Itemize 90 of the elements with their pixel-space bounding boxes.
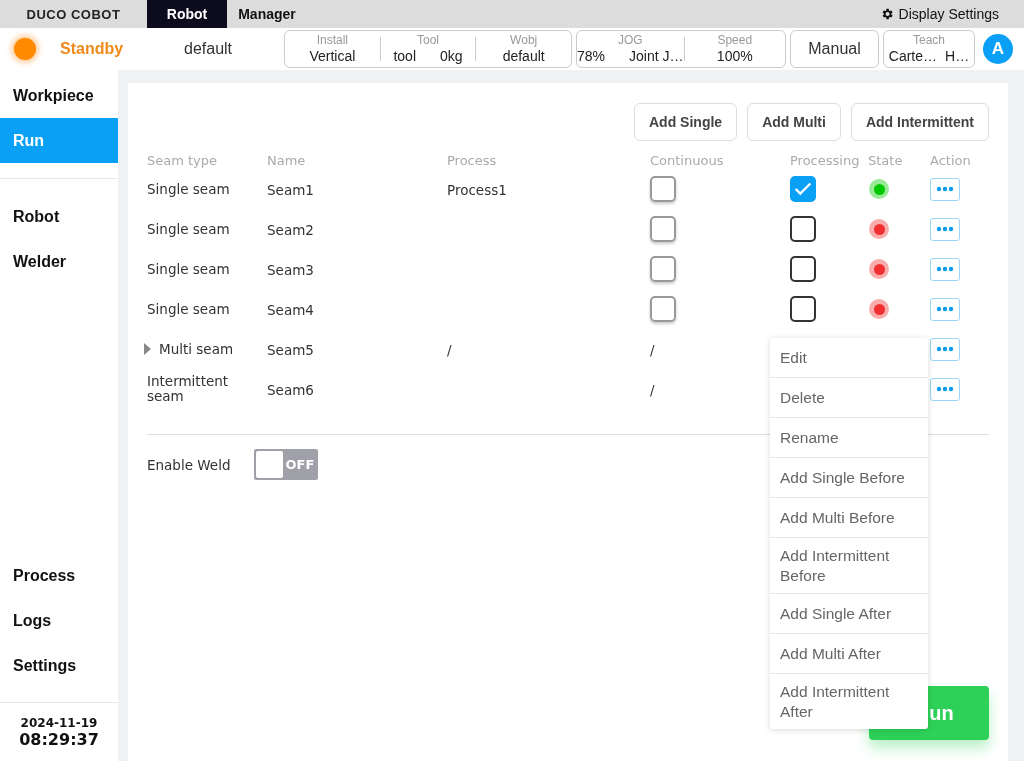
top-tab[interactable]: Manager xyxy=(227,0,307,28)
menu-item[interactable]: Delete xyxy=(770,378,928,418)
more-button[interactable] xyxy=(930,377,960,401)
checkbox[interactable] xyxy=(790,216,816,242)
checkbox[interactable] xyxy=(790,256,816,282)
config-label: Install xyxy=(316,33,348,47)
table-cell: Seam6 xyxy=(267,381,314,398)
checkbox[interactable] xyxy=(650,296,676,322)
display-settings-button[interactable]: Display Settings xyxy=(879,0,1024,28)
config-value: Carte… xyxy=(888,47,938,65)
table-cell-text: Intermittent seam xyxy=(147,374,230,404)
config-value: 100% xyxy=(716,47,753,65)
config-value: 78% xyxy=(577,47,606,65)
menu-item[interactable]: Add Single After xyxy=(770,594,928,634)
table-cell: Single seam xyxy=(147,221,230,237)
menu-item[interactable]: Add Intermittent Before xyxy=(770,538,928,594)
column-header: Process xyxy=(447,152,498,168)
mode-button[interactable]: Manual xyxy=(790,30,879,68)
table-cell: Seam3 xyxy=(267,261,314,278)
more-button[interactable] xyxy=(930,257,960,281)
more-icon xyxy=(936,306,954,312)
checkbox[interactable] xyxy=(650,216,676,242)
config-value: Joint J… xyxy=(629,47,684,65)
expand-arrow-icon[interactable] xyxy=(144,343,151,355)
add-seam-button[interactable]: Add Multi xyxy=(747,103,841,141)
table-cell: / xyxy=(447,341,452,358)
add-seam-button[interactable]: Add Intermittent xyxy=(850,103,989,141)
table-cell: Seam4 xyxy=(267,301,314,318)
config-value: default xyxy=(502,47,545,65)
config-value: H… xyxy=(945,47,970,65)
checkbox[interactable] xyxy=(790,296,816,322)
checkbox[interactable] xyxy=(650,256,676,282)
table-cell: / xyxy=(650,381,655,398)
table-cell: Single seam xyxy=(147,301,230,317)
table-cell: Seam5 xyxy=(267,341,314,358)
sidebar-item[interactable]: Welder xyxy=(0,239,118,284)
date-text: 2024-11-19 xyxy=(20,716,98,730)
column-header: Action xyxy=(930,152,972,168)
sidebar-item[interactable]: Logs xyxy=(0,598,118,643)
checkbox[interactable] xyxy=(650,176,676,202)
column-header: Name xyxy=(267,152,307,168)
top-tab[interactable]: Robot xyxy=(147,0,227,28)
logo: DUCO COBOT xyxy=(25,5,122,24)
table-cell: Seam2 xyxy=(267,221,314,238)
menu-item[interactable]: Add Multi After xyxy=(770,634,928,674)
more-icon xyxy=(936,266,954,272)
more-button[interactable] xyxy=(930,297,960,321)
more-icon xyxy=(936,226,954,232)
table-cell: Multi seam xyxy=(159,341,234,357)
sidebar-item[interactable]: Workpiece xyxy=(0,73,118,118)
config-value: tool xyxy=(393,47,416,65)
column-header: Continuous xyxy=(650,152,725,168)
column-header: Processing xyxy=(790,152,861,168)
table-cell: Process1 xyxy=(447,181,507,198)
menu-item[interactable]: Add Multi Before xyxy=(770,498,928,538)
menu-item[interactable]: Add Single Before xyxy=(770,458,928,498)
more-button[interactable] xyxy=(930,217,960,241)
menu-item[interactable]: Rename xyxy=(770,418,928,458)
table-cell: / xyxy=(650,341,655,358)
teach-panel[interactable]: Teach Carte… H… xyxy=(883,30,975,68)
table-cell: Single seam xyxy=(147,181,230,197)
more-icon xyxy=(936,346,954,352)
jog-panel[interactable]: JOG 78% Joint J… Speed 100% xyxy=(576,30,786,68)
config-label: Speed xyxy=(717,33,753,47)
sidebar-item[interactable]: Settings xyxy=(0,643,118,688)
config-value: 0kg xyxy=(440,47,463,65)
config-label: JOG xyxy=(617,33,643,47)
add-seam-button[interactable]: Add Single xyxy=(634,103,738,141)
more-button[interactable] xyxy=(930,337,960,361)
checkbox[interactable] xyxy=(790,176,816,202)
clock-text: 08:29:37 xyxy=(19,730,99,749)
table-cell: Seam1 xyxy=(267,181,314,198)
table-cell: Single seam xyxy=(147,261,230,277)
more-icon xyxy=(936,186,954,192)
sidebar-item[interactable]: Robot xyxy=(0,194,118,239)
config-label: Tool xyxy=(417,33,439,47)
config-label: Teach xyxy=(913,33,945,47)
column-header: Seam type xyxy=(147,152,219,168)
status-lamp-icon xyxy=(14,38,36,60)
sidebar-item[interactable]: Process xyxy=(0,553,118,598)
column-header: State xyxy=(868,152,904,168)
config-label: Wobj xyxy=(510,33,538,47)
menu-item[interactable]: Edit xyxy=(770,338,928,378)
more-icon xyxy=(936,386,954,392)
robot-config-panel[interactable]: Install Vertical Tool tool 0kg Wobj default xyxy=(284,30,572,68)
config-value: Vertical xyxy=(309,47,356,65)
enable-weld-label: Enable Weld xyxy=(147,456,231,473)
robot-state: Standby xyxy=(60,40,125,58)
project-name: default xyxy=(184,40,234,58)
more-button[interactable] xyxy=(930,177,960,201)
